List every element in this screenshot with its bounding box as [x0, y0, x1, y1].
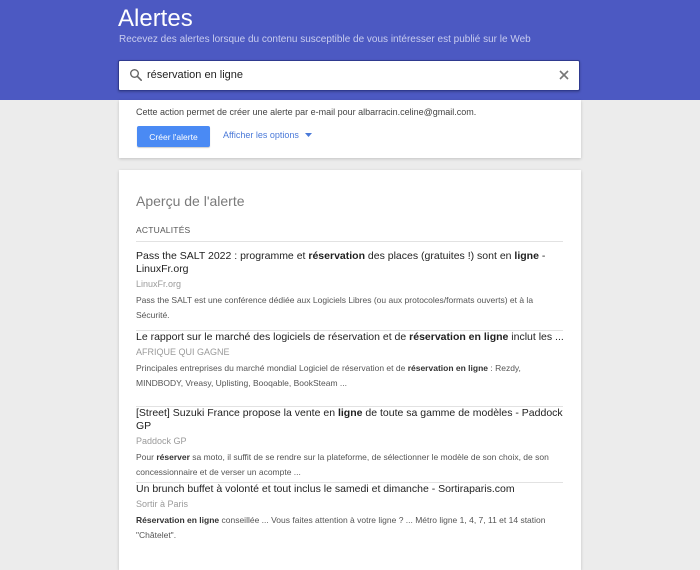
- result-snippet: Pass the SALT est une conférence dédiée …: [136, 293, 566, 323]
- divider: [136, 406, 563, 407]
- result-title[interactable]: Le rapport sur le marché des logiciels d…: [136, 331, 566, 344]
- divider: [136, 482, 563, 483]
- result-title[interactable]: Un brunch buffet à volonté et tout inclu…: [136, 483, 566, 496]
- text-fragment: inclut les ...: [508, 331, 564, 343]
- alert-info-text: Cette action permet de créer une alerte …: [136, 107, 477, 117]
- highlighted-term: réserver: [156, 452, 190, 462]
- result-snippet: Pour réserver sa moto, il suffit de se r…: [136, 450, 566, 480]
- result-item[interactable]: Un brunch buffet à volonté et tout inclu…: [136, 483, 566, 543]
- preview-card: Aperçu de l'alerte ACTUALITÉS Pass the S…: [119, 170, 581, 570]
- result-title[interactable]: Pass the SALT 2022 : programme et réserv…: [136, 250, 566, 276]
- text-fragment: sa moto, il suffit de se rendre sur la p…: [136, 452, 549, 477]
- divider: [136, 241, 563, 242]
- highlighted-term: ligne: [337, 407, 363, 419]
- page-subtitle: Recevez des alertes lorsque du contenu s…: [119, 34, 531, 45]
- highlighted-term: Réservation en ligne: [136, 515, 220, 525]
- create-alert-button[interactable]: Créer l'alerte: [137, 126, 210, 147]
- divider: [136, 330, 563, 331]
- result-snippet: Principales entreprises du marché mondia…: [136, 361, 566, 391]
- result-snippet: Réservation en ligne conseillée ... Vous…: [136, 513, 566, 543]
- chevron-down-icon: [305, 133, 313, 138]
- close-icon[interactable]: [558, 69, 570, 81]
- show-options-label: Afficher les options: [223, 130, 299, 140]
- text-fragment: Le rapport sur le marché des logiciels d…: [136, 331, 410, 343]
- page-title: Alertes: [118, 5, 193, 32]
- highlighted-term: réservation en ligne: [407, 363, 488, 373]
- text-fragment: Principales entreprises du marché mondia…: [136, 363, 408, 373]
- result-source: Paddock GP: [136, 436, 187, 446]
- highlighted-term: réservation: [308, 250, 365, 262]
- result-item[interactable]: [Street] Suzuki France propose la vente …: [136, 407, 566, 480]
- header-bar: Alertes Recevez des alertes lorsque du c…: [0, 0, 700, 100]
- result-source: Sortir à Paris: [136, 499, 189, 509]
- preview-title: Aperçu de l'alerte: [136, 193, 245, 209]
- text-fragment: Pass the SALT est une conférence dédiée …: [136, 295, 534, 320]
- search-icon: [130, 69, 142, 81]
- section-label: ACTUALITÉS: [136, 225, 191, 235]
- text-fragment: Un brunch buffet à volonté et tout inclu…: [136, 483, 515, 495]
- result-source: AFRIQUE QUI GAGNE: [136, 347, 230, 357]
- text-fragment: Pour: [136, 452, 157, 462]
- result-item[interactable]: Le rapport sur le marché des logiciels d…: [136, 331, 566, 391]
- show-options-link[interactable]: Afficher les options: [223, 130, 313, 141]
- search-box[interactable]: [118, 60, 580, 91]
- highlighted-term: ligne: [514, 250, 539, 262]
- text-fragment: [Street] Suzuki France propose la vente …: [136, 407, 338, 419]
- result-title[interactable]: [Street] Suzuki France propose la vente …: [136, 407, 566, 433]
- text-fragment: des places (gratuites !) sont en: [365, 250, 515, 262]
- search-input[interactable]: [147, 67, 547, 83]
- result-source: LinuxFr.org: [136, 279, 182, 289]
- result-item[interactable]: Pass the SALT 2022 : programme et réserv…: [136, 250, 566, 323]
- text-fragment: Pass the SALT 2022 : programme et: [136, 250, 309, 262]
- highlighted-term: réservation en ligne: [409, 331, 509, 343]
